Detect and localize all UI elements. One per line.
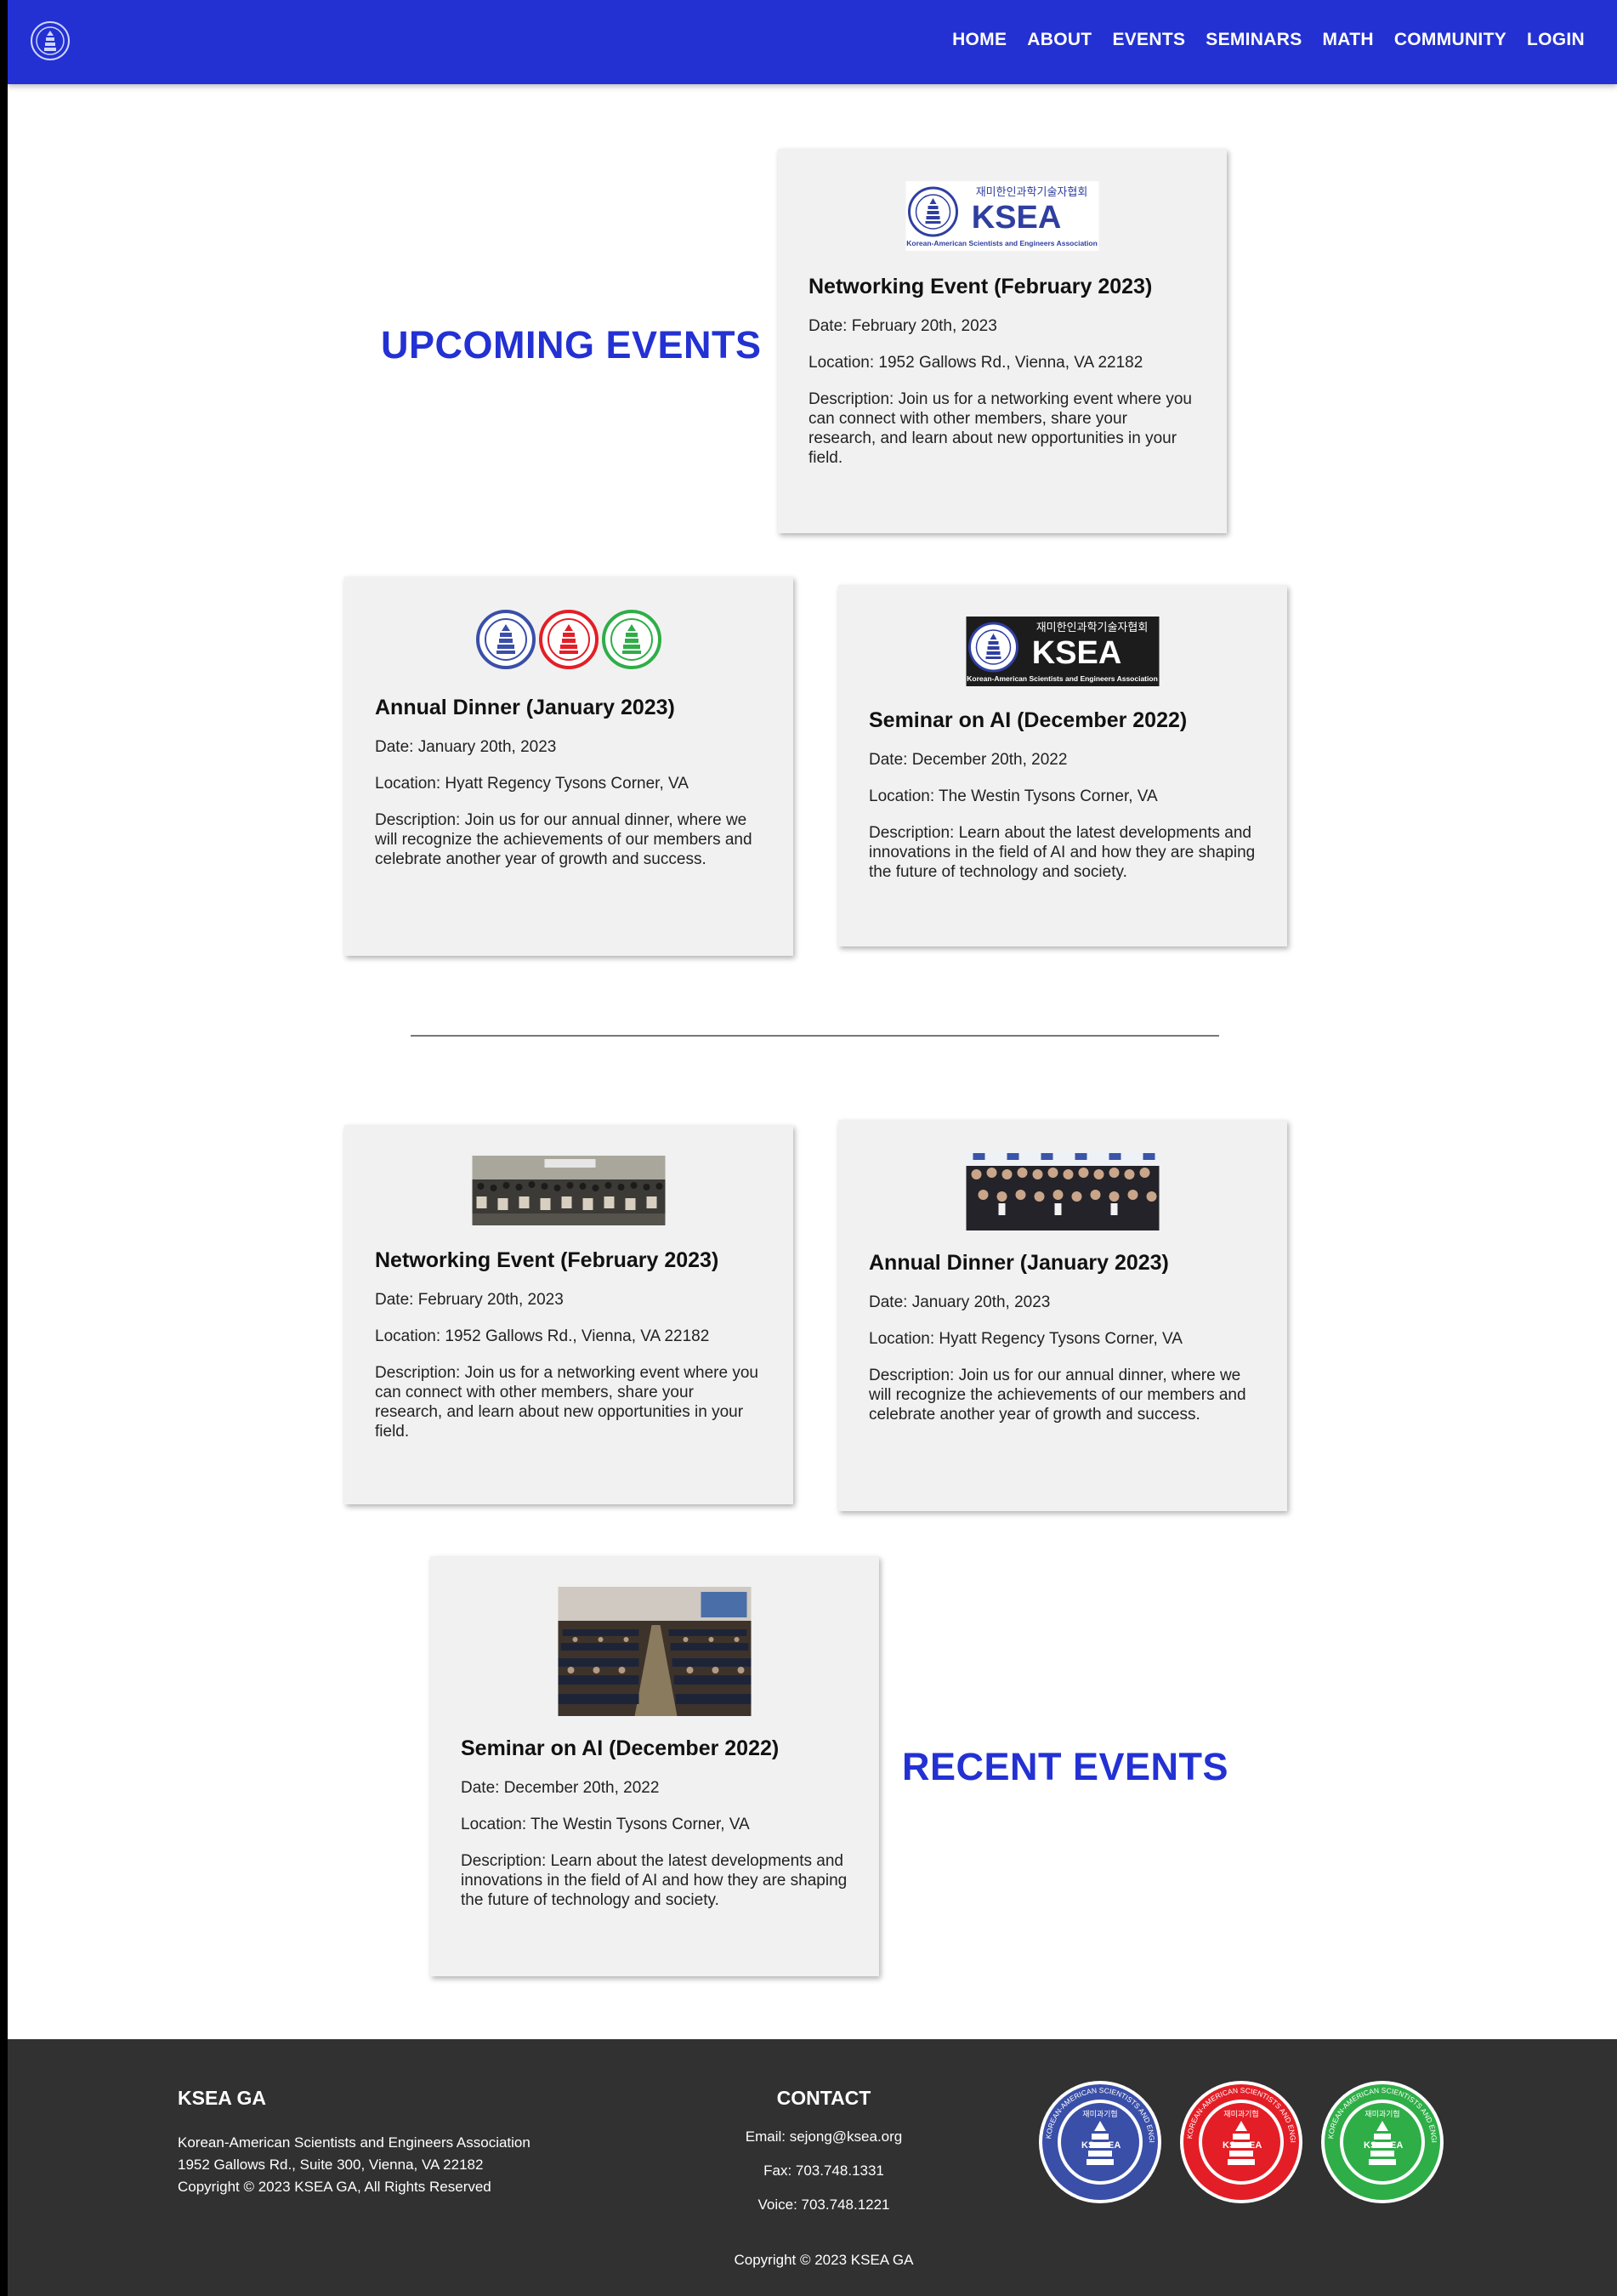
event-description: Description: Join us for a networking ev… <box>375 1364 758 1441</box>
site-footer: KSEA GA Korean-American Scientists and E… <box>8 2039 1617 2296</box>
footer-seals: 재미과기협 KS EA KOREAN-AMERICAN SCIENTISTS A… <box>1036 2078 1446 2206</box>
event-description: Description: Join us for our annual dinn… <box>375 811 752 868</box>
upcoming-events-heading: UPCOMING EVENTS <box>381 323 762 367</box>
event-description: Description: Join us for a networking ev… <box>808 390 1192 467</box>
logo-korean-text: 재미한인과학기술자협회 <box>976 186 1088 199</box>
recent-events-heading: RECENT EVENTS <box>902 1745 1229 1788</box>
event-location: Location: The Westin Tysons Corner, VA <box>869 787 1158 805</box>
nav-seminars[interactable]: SEMINARS <box>1206 30 1302 50</box>
three-seals-image <box>476 610 661 669</box>
nav-community[interactable]: COMMUNITY <box>1394 30 1506 50</box>
footer-org-info: KSEA GA Korean-American Scientists and E… <box>178 2087 654 2198</box>
ksea-red-seal-icon: 재미과기협 KS EA KOREAN-AMERICAN SCIENTISTS A… <box>1177 2078 1302 2203</box>
event-location: Location: 1952 Gallows Rd., Vienna, VA 2… <box>375 1327 710 1345</box>
ksea-blue-seal-icon: 재미과기협 KS EA KOREAN-AMERICAN SCIENTISTS A… <box>1036 2078 1161 2203</box>
event-location: Location: The Westin Tysons Corner, VA <box>461 1816 750 1833</box>
event-date: Date: February 20th, 2023 <box>375 1291 564 1309</box>
event-title: Annual Dinner (January 2023) <box>375 696 675 719</box>
event-card: 재미한인과학기술자협회 KSEA Korean-American Scienti… <box>778 149 1227 533</box>
event-card: Seminar on AI (December 2022) Date: Dece… <box>430 1556 879 1976</box>
event-title: Networking Event (February 2023) <box>375 1248 719 1272</box>
page-edge <box>0 0 8 2296</box>
event-title: Annual Dinner (January 2023) <box>869 1251 1169 1275</box>
section-divider <box>411 1035 1219 1037</box>
nav-events[interactable]: EVENTS <box>1112 30 1185 50</box>
footer-copyright: Copyright © 2023 KSEA GA <box>734 2252 914 2268</box>
logo-acronym-text: KSEA <box>972 200 1062 236</box>
seal-korean-text: 재미과기협 <box>1223 2109 1258 2119</box>
footer-email[interactable]: Email: sejong@ksea.org <box>654 2120 994 2154</box>
logo-english-text: Korean-American Scientists and Engineers… <box>906 239 1098 247</box>
auditorium-photo-image <box>558 1587 752 1716</box>
event-date: Date: January 20th, 2023 <box>869 1293 1051 1311</box>
logo-korean-text: 재미한인과학기술자협회 <box>1036 622 1149 634</box>
event-location: Location: 1952 Gallows Rd., Vienna, VA 2… <box>808 354 1143 372</box>
group-photo-image <box>472 1156 666 1225</box>
event-date: Date: February 20th, 2023 <box>808 317 997 335</box>
footer-address: 1952 Gallows Rd., Suite 300, Vienna, VA … <box>178 2157 484 2173</box>
nav-login[interactable]: LOGIN <box>1527 30 1585 50</box>
event-date: Date: January 20th, 2023 <box>375 738 557 756</box>
footer-org-name: Korean-American Scientists and Engineers… <box>178 2134 530 2151</box>
ksea-logo-image: 재미한인과학기술자협회 KSEA Korean-American Scienti… <box>966 617 1160 686</box>
seal-korean-text: 재미과기협 <box>1365 2109 1399 2119</box>
event-date: Date: December 20th, 2022 <box>461 1779 660 1797</box>
event-card: Annual Dinner (January 2023) Date: Janua… <box>838 1120 1287 1511</box>
nav-math[interactable]: MATH <box>1323 30 1374 50</box>
logo-acronym-text: KSEA <box>1032 635 1122 671</box>
event-card: Networking Event (February 2023) Date: F… <box>344 1125 793 1504</box>
footer-contact-title: CONTACT <box>776 2087 871 2109</box>
ksea-green-seal-icon: 재미과기협 KS EA KOREAN-AMERICAN SCIENTISTS A… <box>1319 2078 1444 2203</box>
footer-org-title: KSEA GA <box>178 2087 266 2109</box>
logo-english-text: Korean-American Scientists and Engineers… <box>967 674 1158 683</box>
dinner-group-photo-image <box>966 1151 1160 1230</box>
nav-home[interactable]: HOME <box>952 30 1007 50</box>
event-title: Seminar on AI (December 2022) <box>869 708 1188 732</box>
nav-about[interactable]: ABOUT <box>1027 30 1092 50</box>
event-location: Location: Hyatt Regency Tysons Corner, V… <box>869 1330 1183 1348</box>
footer-org-copyright: Copyright © 2023 KSEA GA, All Rights Res… <box>178 2179 491 2195</box>
event-description: Description: Learn about the latest deve… <box>869 824 1256 881</box>
top-nav: HOME ABOUT EVENTS SEMINARS MATH COMMUNIT… <box>8 0 1617 84</box>
ksea-logo-image: 재미한인과학기술자협회 KSEA Korean-American Scienti… <box>905 181 1099 251</box>
event-date: Date: December 20th, 2022 <box>869 751 1068 769</box>
footer-fax: Fax: 703.748.1331 <box>763 2162 884 2179</box>
event-card: Annual Dinner (January 2023) Date: Janua… <box>344 577 793 956</box>
ksea-seal-icon[interactable] <box>30 20 71 61</box>
event-location: Location: Hyatt Regency Tysons Corner, V… <box>375 775 689 793</box>
seal-korean-text: 재미과기협 <box>1082 2109 1117 2119</box>
event-title: Seminar on AI (December 2022) <box>461 1736 780 1760</box>
event-description: Description: Learn about the latest deve… <box>461 1852 848 1909</box>
event-card: 재미한인과학기술자협회 KSEA Korean-American Scienti… <box>838 585 1287 946</box>
event-title: Networking Event (February 2023) <box>808 275 1153 298</box>
footer-contact: CONTACT Email: sejong@ksea.org Fax: 703.… <box>654 2087 994 2222</box>
event-description: Description: Join us for our annual dinn… <box>869 1367 1246 1424</box>
footer-voice: Voice: 703.748.1221 <box>757 2197 890 2213</box>
